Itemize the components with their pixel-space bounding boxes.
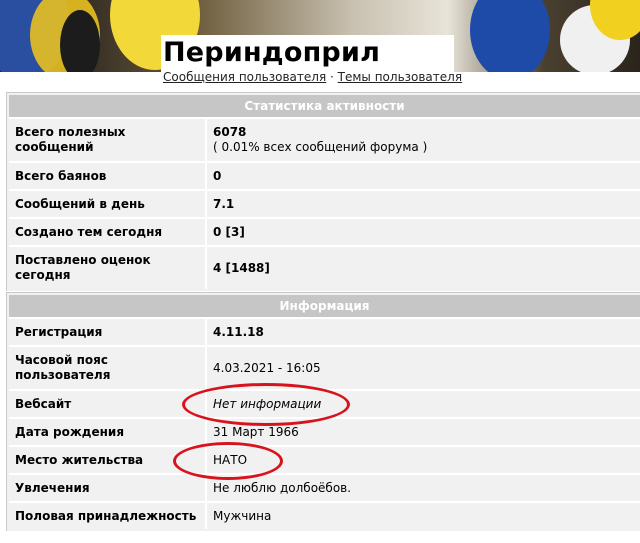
- row-label: Увлечения: [9, 475, 207, 501]
- activity-stats-heading: Статистика активности: [9, 95, 640, 117]
- row-value: 7.1: [207, 191, 640, 217]
- info-table: Информация Регистрация 4.11.18 Часовой п…: [6, 292, 640, 531]
- profile-header: Периндоприл Сообщения пользователя · Тем…: [161, 35, 462, 90]
- table-row: Сообщений в день 7.1: [9, 189, 640, 217]
- row-value: Мужчина: [207, 503, 640, 529]
- website-value: Нет информации: [213, 396, 322, 411]
- row-label: Создано тем сегодня: [9, 219, 207, 245]
- table-row: Всего полезных сообщений 6078 ( 0.01% вс…: [9, 117, 640, 161]
- hobbies-value: Не люблю долбоёбов.: [213, 480, 352, 495]
- profile-links: Сообщения пользователя · Темы пользовате…: [163, 69, 462, 85]
- table-row: Половая принадлежность Мужчина: [9, 501, 640, 529]
- gender-value: Мужчина: [213, 508, 272, 523]
- row-label: Дата рождения: [9, 419, 207, 445]
- table-row: Дата рождения 31 Март 1966: [9, 417, 640, 445]
- ratings-today: 4 [1488]: [213, 260, 270, 275]
- topics-today: 0 [3]: [213, 224, 245, 239]
- table-row: Место жительства НАТО: [9, 445, 640, 473]
- row-value: Не люблю долбоёбов.: [207, 475, 640, 501]
- row-label: Половая принадлежность: [9, 503, 207, 529]
- table-row: Вебсайт Нет информации: [9, 389, 640, 417]
- row-label: Всего баянов: [9, 163, 207, 189]
- activity-stats-table: Статистика активности Всего полезных соо…: [6, 92, 640, 291]
- table-row: Часовой пояс пользователя 4.03.2021 - 16…: [9, 345, 640, 389]
- row-value: 31 Март 1966: [207, 419, 640, 445]
- row-value: 6078 ( 0.01% всех сообщений форума ): [207, 119, 640, 161]
- row-label: Поставлено оценок сегодня: [9, 247, 207, 289]
- row-value: 0: [207, 163, 640, 189]
- page-title: Периндоприл: [163, 37, 381, 68]
- table-row: Всего баянов 0: [9, 161, 640, 189]
- info-heading: Информация: [9, 295, 640, 317]
- posts-per-day: 7.1: [213, 196, 235, 211]
- birth-date: 31 Март 1966: [213, 424, 299, 439]
- table-row: Увлечения Не люблю долбоёбов.: [9, 473, 640, 501]
- registration-date: 4.11.18: [213, 324, 264, 339]
- row-label: Место жительства: [9, 447, 207, 473]
- bayans-count: 0: [213, 168, 222, 183]
- row-label: Всего полезных сообщений: [9, 119, 207, 161]
- row-label: Регистрация: [9, 319, 207, 345]
- link-separator: ·: [330, 70, 334, 84]
- row-value: 0 [3]: [207, 219, 640, 245]
- row-label: Часовой пояс пользователя: [9, 347, 207, 389]
- row-value: 4.11.18: [207, 319, 640, 345]
- row-value: Нет информации: [207, 391, 640, 417]
- row-label: Вебсайт: [9, 391, 207, 417]
- timezone-value: 4.03.2021 - 16:05: [213, 360, 321, 375]
- row-label: Сообщений в день: [9, 191, 207, 217]
- user-topics-link[interactable]: Темы пользователя: [338, 70, 462, 84]
- table-row: Создано тем сегодня 0 [3]: [9, 217, 640, 245]
- table-row: Поставлено оценок сегодня 4 [1488]: [9, 245, 640, 289]
- row-value: 4.03.2021 - 16:05: [207, 347, 640, 389]
- row-value: НАТО: [207, 447, 640, 473]
- row-value: 4 [1488]: [207, 247, 640, 289]
- location-value: НАТО: [213, 452, 248, 467]
- posts-percent: ( 0.01% всех сообщений форума ): [213, 140, 428, 154]
- posts-count: 6078: [213, 125, 247, 139]
- table-row: Регистрация 4.11.18: [9, 317, 640, 345]
- user-posts-link[interactable]: Сообщения пользователя: [163, 70, 326, 84]
